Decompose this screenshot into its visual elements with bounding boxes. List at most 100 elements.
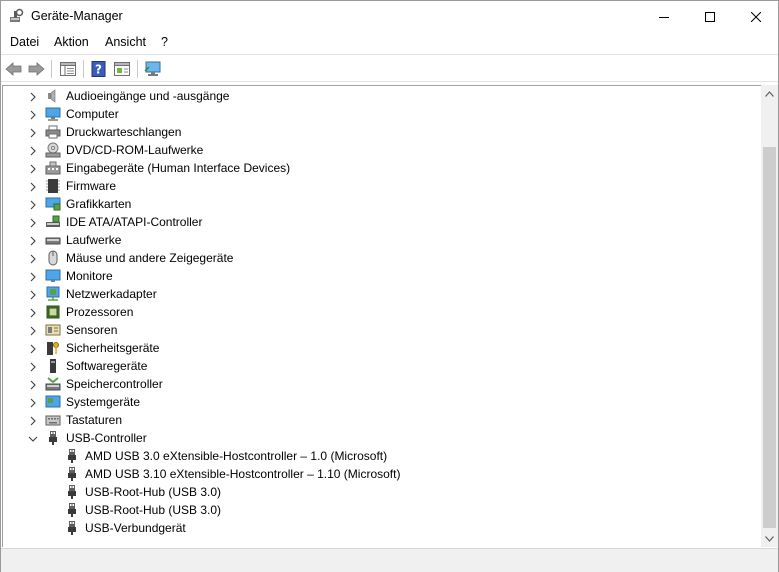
tree-category-row[interactable]: Audioeingänge und -ausgänge (3, 87, 743, 105)
tree-category-row[interactable]: Druckwarteschlangen (3, 123, 743, 141)
expand-toggle[interactable] (28, 91, 38, 102)
tree-category-row[interactable]: Mäuse und andere Zeigegeräte (3, 249, 743, 267)
system-device-icon (45, 394, 61, 410)
tree-item-label: Laufwerke (66, 233, 122, 247)
tree-category-row[interactable]: Sensoren (3, 321, 743, 339)
chevron-down-icon (765, 535, 774, 542)
tree-item-label: Druckwarteschlangen (66, 125, 182, 139)
tree-category-row[interactable]: Grafikkarten (3, 195, 743, 213)
monitor-scan-icon (144, 61, 161, 76)
expand-toggle[interactable] (28, 397, 38, 408)
tree-item-label: Sicherheitsgeräte (66, 341, 160, 355)
tree-category-row[interactable]: IDE ATA/ATAPI-Controller (3, 213, 743, 231)
help-button[interactable]: ? (89, 59, 109, 79)
tree-item-label: Monitore (66, 269, 113, 283)
expand-toggle[interactable] (28, 199, 38, 210)
expand-toggle[interactable] (28, 307, 38, 318)
usb-icon (64, 466, 80, 482)
forward-icon (28, 62, 45, 76)
expand-toggle[interactable] (28, 145, 38, 156)
expand-toggle[interactable] (28, 127, 38, 138)
tree-device-row[interactable]: AMD USB 3.10 eXtensible-Hostcontroller –… (3, 465, 743, 483)
menu-aktion[interactable]: Aktion (54, 35, 89, 49)
scroll-thumb[interactable] (763, 147, 776, 528)
update-driver-button[interactable] (112, 59, 132, 79)
hid-icon (45, 160, 61, 176)
tree-category-row[interactable]: Netzwerkadapter (3, 285, 743, 303)
scroll-up-button[interactable] (761, 85, 778, 102)
tree-category-row[interactable]: DVD/CD-ROM-Laufwerke (3, 141, 743, 159)
usb-icon (64, 484, 80, 500)
tree-item-label: USB-Verbundgerät (85, 521, 186, 535)
processor-icon (45, 304, 61, 320)
tree-item-label: Prozessoren (66, 305, 134, 319)
tree-category-row[interactable]: Prozessoren (3, 303, 743, 321)
tree-item-label: USB-Root-Hub (USB 3.0) (85, 485, 222, 499)
collapse-toggle[interactable] (28, 433, 38, 443)
chevron-right-icon (30, 254, 36, 264)
properties-view-icon (60, 62, 76, 76)
device-tree[interactable]: Audioeingänge und -ausgänge Computer Druck… (2, 85, 761, 547)
tree-category-row[interactable]: Laufwerke (3, 231, 743, 249)
sensor-icon (45, 322, 61, 338)
keyboard-icon (45, 412, 61, 428)
forward-button[interactable] (26, 59, 46, 79)
menu-datei[interactable]: Datei (10, 35, 39, 49)
properties-view-button[interactable] (58, 59, 78, 79)
display-adapter-icon (45, 196, 61, 212)
tree-device-row[interactable]: USB-Root-Hub (USB 3.0) (3, 501, 743, 519)
close-button[interactable] (733, 1, 779, 32)
tree-category-row[interactable]: Speichercontroller (3, 375, 743, 393)
tree-category-row[interactable]: Firmware (3, 177, 743, 195)
expand-toggle[interactable] (28, 163, 38, 174)
tree-category-row[interactable]: Softwaregeräte (3, 357, 743, 375)
expand-toggle[interactable] (28, 109, 38, 120)
tree-item-label: Audioeingänge und -ausgänge (66, 89, 230, 103)
chevron-right-icon (30, 344, 36, 354)
tree-item-label: DVD/CD-ROM-Laufwerke (66, 143, 204, 157)
tree-device-row[interactable]: USB-Verbundgerät (3, 519, 743, 537)
menu-ansicht[interactable]: Ansicht (105, 35, 146, 49)
tree-category-row[interactable]: Sicherheitsgeräte (3, 339, 743, 357)
toolbar: ? (1, 54, 778, 82)
expand-toggle[interactable] (28, 415, 38, 426)
expand-toggle[interactable] (28, 343, 38, 354)
mouse-icon (45, 250, 61, 266)
tree-category-row[interactable]: Systemgeräte (3, 393, 743, 411)
tree-category-row[interactable]: Eingabegeräte (Human Interface Devices) (3, 159, 743, 177)
expand-toggle[interactable] (28, 235, 38, 246)
expand-toggle[interactable] (28, 361, 38, 372)
tree-device-row[interactable]: USB-Root-Hub (USB 3.0) (3, 483, 743, 501)
speaker-icon (45, 88, 61, 104)
tree-category-row[interactable]: USB-Controller (3, 429, 743, 447)
menu-help[interactable]: ? (161, 35, 168, 49)
expand-toggle[interactable] (28, 253, 38, 264)
tree-category-row[interactable]: Monitore (3, 267, 743, 285)
tree-category-row[interactable]: Tastaturen (3, 411, 743, 429)
network-adapter-icon (45, 286, 61, 302)
expand-toggle[interactable] (28, 181, 38, 192)
chevron-right-icon (30, 272, 36, 282)
title-bar[interactable]: Geräte-Manager (1, 1, 778, 32)
back-button[interactable] (4, 59, 24, 79)
storage-controller-icon (45, 376, 61, 392)
chevron-right-icon (30, 146, 36, 156)
scroll-down-button[interactable] (761, 530, 778, 547)
minimize-button[interactable] (641, 1, 687, 32)
maximize-button[interactable] (687, 1, 733, 32)
vertical-scrollbar[interactable] (761, 85, 778, 547)
scan-hardware-button[interactable] (143, 59, 163, 79)
expand-toggle[interactable] (28, 271, 38, 282)
chevron-right-icon (30, 182, 36, 192)
chevron-right-icon (30, 92, 36, 102)
expand-toggle[interactable] (28, 325, 38, 336)
expand-toggle[interactable] (28, 379, 38, 390)
chevron-right-icon (30, 164, 36, 174)
chevron-right-icon (30, 308, 36, 318)
help-icon: ? (91, 61, 106, 77)
expand-toggle[interactable] (28, 289, 38, 300)
tree-device-row[interactable]: AMD USB 3.0 eXtensible-Hostcontroller – … (3, 447, 743, 465)
tree-category-row[interactable]: Computer (3, 105, 743, 123)
usb-icon (64, 448, 80, 464)
expand-toggle[interactable] (28, 217, 38, 228)
